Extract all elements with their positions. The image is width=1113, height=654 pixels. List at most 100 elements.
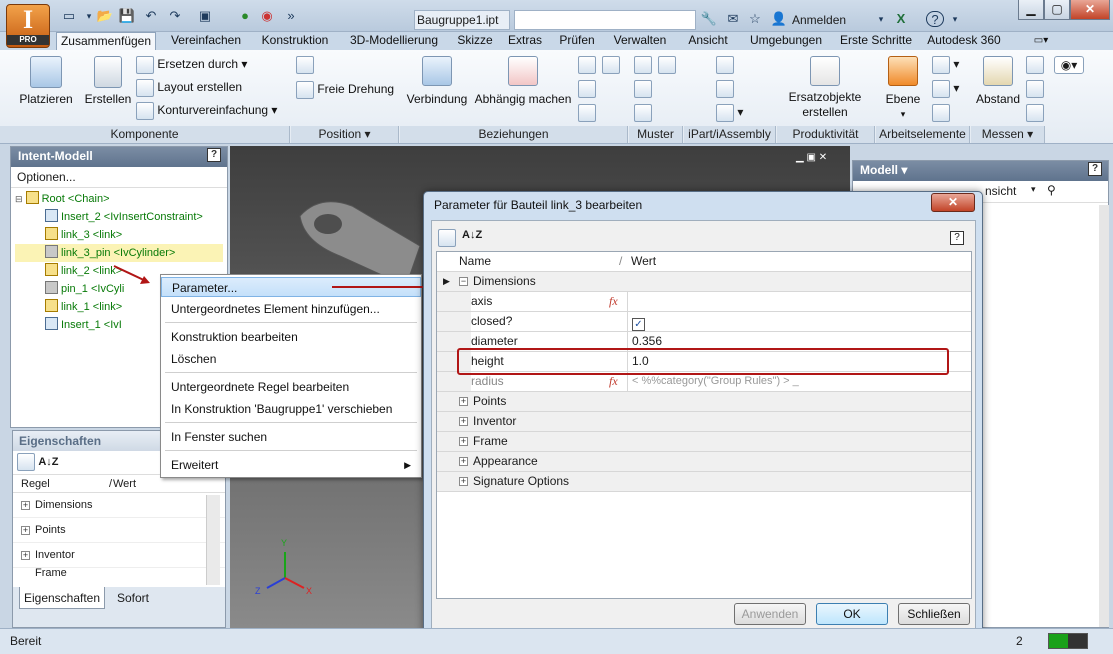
platzieren-button[interactable]: Platzieren [16,56,76,107]
group-position[interactable]: Position ▾ [291,126,399,143]
contact-set-icon[interactable] [578,56,596,74]
group-produktivitaet[interactable]: Produktivität [777,126,875,143]
new-file-icon[interactable]: ▭ [60,8,78,24]
login-dropdown-icon[interactable]: ▾ [872,11,890,27]
minimize-button[interactable]: ▁ [1018,0,1044,20]
tab-skizze[interactable]: Skizze [452,32,498,50]
category-row-inventor[interactable]: + Inventor [437,412,971,432]
pattern-rect-icon[interactable] [634,104,652,122]
tree-item-root[interactable]: ⊟ Root <Chain> [15,190,227,208]
color-wheel-icon[interactable]: ◉ [258,8,276,24]
dialog-close-button[interactable]: ✕ [931,193,975,212]
properties-scrollbar[interactable] [206,495,220,585]
closed-checkbox[interactable]: ✓ [632,318,645,331]
tab-3d-modellierung[interactable]: 3D-Modellierung [342,32,446,50]
tab-zusammenfuegen[interactable]: Zusammenfügen [56,32,156,50]
tab-extras[interactable]: Extras [504,32,546,50]
group-muster[interactable]: Muster [629,126,683,143]
collapse-icon[interactable]: − [459,277,468,286]
pattern-icon[interactable] [634,56,652,74]
category-row-points[interactable]: + Points [437,392,971,412]
param-value[interactable] [627,292,971,311]
find-binoculars-icon[interactable]: ⚲ [1047,183,1056,197]
more-qat-icon[interactable]: » [282,8,300,24]
abstand-button[interactable]: Abstand [974,56,1022,107]
search-input[interactable] [514,10,696,30]
expand-icon[interactable]: + [459,397,468,406]
ipart-create-icon[interactable] [716,56,734,74]
tab-eigenschaften[interactable]: Eigenschaften [19,587,105,609]
open-icon[interactable]: 📂 [96,8,114,24]
categorized-icon[interactable] [17,453,35,471]
copy-icon[interactable] [634,80,652,98]
group-ipart[interactable]: iPart/iAssembly [684,126,776,143]
verbindung-button[interactable]: Verbindung [404,56,470,107]
abhaengig-machen-button[interactable]: Abhängig machen [472,56,574,107]
help-tools-icon[interactable]: 🔧 [700,11,718,27]
dialog-help-icon[interactable]: ? [950,231,964,245]
tree-item-link-3[interactable]: link_3 <link> [15,226,227,244]
category-row-appearance[interactable]: + Appearance [437,452,971,472]
redo-icon[interactable]: ↷ [166,8,184,24]
measure-loop-icon[interactable] [1026,80,1044,98]
exchange-apps-icon[interactable]: X [892,11,910,27]
ribbon-toggle-icon[interactable]: ▭▾ [1030,32,1052,50]
constraint-relations-icon[interactable] [578,104,596,122]
expand-icon[interactable]: + [21,501,30,510]
model-scrollbar[interactable] [1099,205,1109,627]
help-dropdown-icon[interactable]: ▾ [946,11,964,27]
show-constraints-icon[interactable] [602,56,620,74]
formula-fx-icon[interactable]: fx [609,292,618,311]
login-link[interactable]: Anmelden [792,13,846,27]
measure-area-icon[interactable] [1026,104,1044,122]
prop-row-inventor[interactable]: + Inventor [13,543,225,568]
menu-item-move-to-design[interactable]: In Konstruktion 'Baugruppe1' verschieben [161,399,421,419]
group-beziehungen[interactable]: Beziehungen [400,126,628,143]
expand-icon[interactable]: + [459,417,468,426]
ebene-button[interactable]: Ebene ▾ [880,56,926,122]
traffic-light-icon[interactable]: ● [236,8,254,24]
ersatzobjekte-button[interactable]: Ersatzobjekte erstellen [782,56,868,120]
prop-row-frame[interactable]: Frame [13,568,225,578]
param-row-radius[interactable]: radius fx < %%category("Group Rules") > … [437,372,971,392]
group-komponente[interactable]: Komponente [0,126,290,143]
menu-item-edit-design[interactable]: Konstruktion bearbeiten [161,327,421,347]
extra-dropdown-icon[interactable]: ◉▾ [1054,56,1084,74]
tab-vereinfachen[interactable]: Vereinfachen [164,32,248,50]
category-row-frame[interactable]: + Frame [437,432,971,452]
tree-item-insert-2[interactable]: Insert_2 <IvInsertConstraint> [15,208,227,226]
tab-umgebungen[interactable]: Umgebungen [744,32,828,50]
menu-item-edit-child-rule[interactable]: Untergeordnete Regel bearbeiten [161,377,421,397]
tab-konstruktion[interactable]: Konstruktion [254,32,336,50]
sort-az-icon[interactable]: A↓Z [38,456,58,468]
tab-sofort[interactable]: Sofort [111,587,155,609]
measure-angle-icon[interactable] [1026,56,1044,74]
expand-icon[interactable]: + [459,477,468,486]
group-messen[interactable]: Messen ▾ [971,126,1045,143]
layout-erstellen-button[interactable]: Layout erstellen [136,79,242,97]
viewport-window-controls[interactable]: ▁ ▣ ✕ [796,152,827,163]
favorites-star-icon[interactable]: ☆ [746,11,764,27]
freie-drehung-button[interactable]: Freie Drehung [296,81,394,99]
grip-snap-icon[interactable] [296,56,314,74]
menu-item-delete[interactable]: Löschen [161,349,421,369]
help-icon[interactable]: ? [926,11,944,27]
model-view-label[interactable]: nsicht [985,184,1016,198]
param-row-axis[interactable]: axis fx [437,292,971,312]
mirror-icon[interactable] [658,56,676,74]
group-arbeitselemente[interactable]: Arbeitselemente [876,126,970,143]
konturvereinfachung-button[interactable]: Konturvereinfachung ▾ [136,102,277,120]
close-window-button[interactable]: ✕ [1070,0,1110,20]
user-icon[interactable]: 👤 [770,11,788,27]
application-menu-button[interactable]: I PRO [6,4,50,48]
model-panel-header[interactable]: Modell ▾ ? [853,161,1108,181]
apply-button[interactable]: Anwenden [734,603,806,625]
param-row-closed[interactable]: closed? ✓ [437,312,971,332]
ipart-table-icon[interactable] [716,80,734,98]
undo-icon[interactable]: ↶ [142,8,160,24]
category-row-dimensions[interactable]: ▶ − Dimensions [437,272,971,292]
tab-pruefen[interactable]: Prüfen [554,32,600,50]
categorized-view-icon[interactable] [438,229,456,247]
maximize-button[interactable]: ▢ [1044,0,1070,20]
close-button[interactable]: Schließen [898,603,970,625]
